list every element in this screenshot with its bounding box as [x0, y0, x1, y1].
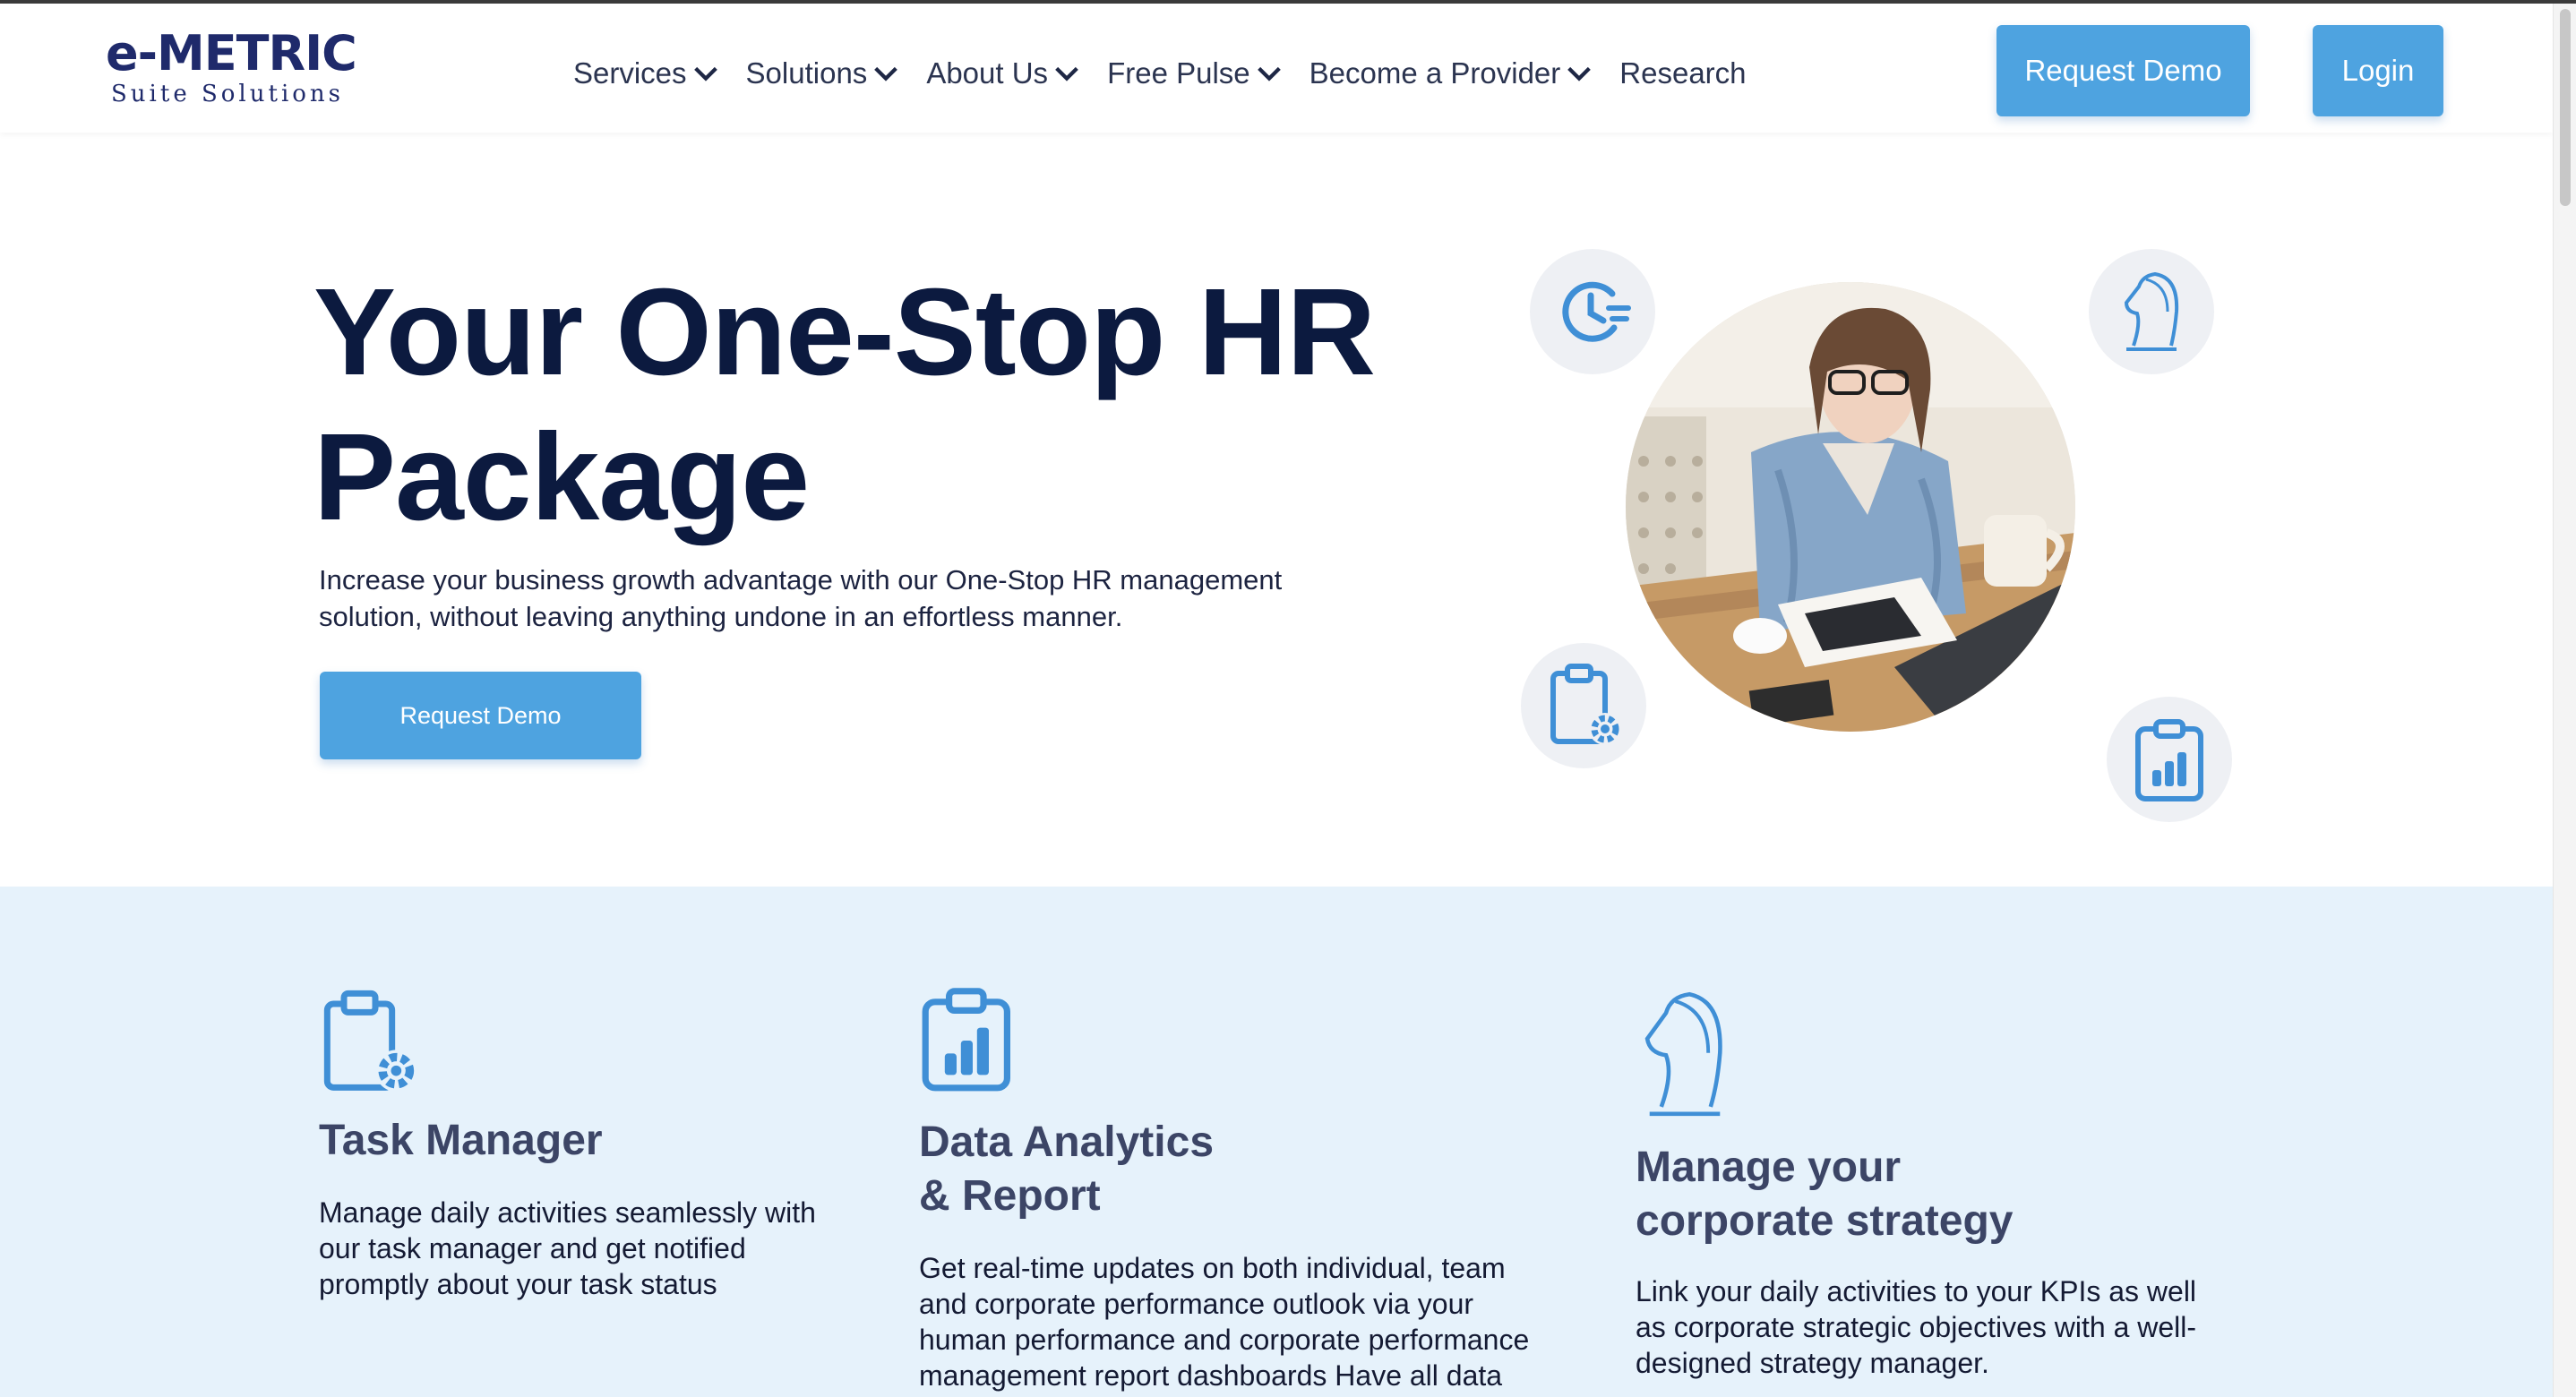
- nav-item-solutions[interactable]: Solutions: [746, 56, 902, 90]
- feature-desc-line: our task manager and get notified: [319, 1232, 746, 1264]
- nav-item-free-pulse[interactable]: Free Pulse: [1107, 56, 1284, 90]
- chevron-down-icon: [874, 66, 898, 81]
- feature-title: Data Analytics & Report: [919, 1116, 1456, 1223]
- feature-title: Manage your corporate strategy: [1636, 1141, 2173, 1248]
- login-button[interactable]: Login: [2313, 25, 2443, 116]
- hero-subtitle-line: Increase your business growth advantage …: [319, 564, 1283, 596]
- feature-desc-line: Manage daily activities seamlessly with: [319, 1196, 816, 1229]
- feature-desc-line: promptly about your task status: [319, 1268, 717, 1300]
- clipboard-gear-icon: [323, 990, 417, 1092]
- features-section: Task Manager Manage daily activities sea…: [0, 887, 2553, 1397]
- chevron-down-icon: [1257, 66, 1281, 81]
- nav-label: Solutions: [745, 56, 868, 90]
- feature-description: Manage daily activities seamlessly with …: [319, 1195, 892, 1302]
- chevron-down-icon: [693, 66, 717, 81]
- hero-subtitle-line: solution, without leaving anything undon…: [319, 601, 1123, 632]
- nav-label: Become a Provider: [1309, 56, 1561, 90]
- feature-desc-line: human performance and corporate performa…: [919, 1324, 1530, 1356]
- header-request-demo-button[interactable]: Request Demo: [1996, 25, 2250, 116]
- nav-item-about-us[interactable]: About Us: [926, 56, 1082, 90]
- nav-item-services[interactable]: Services: [573, 56, 721, 90]
- nav-item-research[interactable]: Research: [1619, 56, 1746, 90]
- clock-icon: [1562, 281, 1631, 342]
- logo-tagline: Suite Solutions: [111, 81, 345, 107]
- chevron-down-icon: [1055, 66, 1078, 81]
- chess-knight-icon: [2124, 271, 2179, 351]
- site-header: e-METRIC Suite Solutions Services Soluti…: [0, 4, 2553, 133]
- nav-label: Free Pulse: [1107, 56, 1250, 90]
- brand-logo[interactable]: e-METRIC Suite Solutions: [106, 25, 357, 115]
- bubble-chess-knight: [2089, 249, 2214, 374]
- feature-title-line: Manage your: [1636, 1144, 1902, 1191]
- hero-title-line: Package: [313, 408, 810, 546]
- feature-desc-line: designed strategy manager.: [1636, 1347, 1989, 1379]
- hero-title-line: Your One-Stop HR: [313, 263, 1376, 401]
- feature-title-line: Data Analytics: [919, 1118, 1215, 1166]
- bubble-clock: [1530, 249, 1655, 374]
- nav-label: Services: [573, 56, 687, 90]
- feature-data-analytics: Data Analytics & Report Get real-time up…: [919, 987, 1618, 1397]
- clipboard-chart-icon: [922, 988, 1010, 1092]
- feature-corporate-strategy: Manage your corporate strategy Link your…: [1636, 983, 2263, 1397]
- feature-title: Task Manager: [319, 1114, 856, 1168]
- feature-title-line: Task Manager: [319, 1117, 603, 1164]
- hero-request-demo-button[interactable]: Request Demo: [320, 672, 641, 759]
- feature-desc-line: and corporate performance outlook via yo…: [919, 1288, 1474, 1320]
- bubble-clipboard-gear: [1521, 643, 1646, 768]
- bubble-clipboard-chart: [2107, 697, 2232, 822]
- chevron-down-icon: [1567, 66, 1592, 81]
- scrollbar-thumb[interactable]: [2560, 9, 2571, 206]
- feature-desc-line: Get real-time updates on both individual…: [919, 1252, 1506, 1284]
- hero-photo-woman-writing: [1626, 282, 2075, 732]
- hero-subtitle: Increase your business growth advantage …: [319, 561, 1394, 635]
- feature-title-line: & Report: [919, 1172, 1101, 1220]
- nav-label: Research: [1619, 56, 1747, 90]
- feature-desc-line: Link your daily activities to your KPIs …: [1636, 1275, 2197, 1307]
- nav-label: About Us: [926, 56, 1049, 90]
- clipboard-gear-icon: [1550, 664, 1621, 745]
- feature-description: Get real-time updates on both individual…: [919, 1250, 1618, 1393]
- clipboard-chart-icon: [2135, 719, 2203, 801]
- main-nav: Services Solutions About Us Free Pulse B…: [573, 48, 1772, 99]
- feature-description: Link your daily activities to your KPIs …: [1636, 1273, 2263, 1381]
- hero-title: Your One-Stop HR Package: [313, 260, 1478, 550]
- feature-task-manager: Task Manager Manage daily activities sea…: [319, 987, 856, 1397]
- feature-desc-line: as corporate strategic objectives with a…: [1636, 1311, 2197, 1343]
- feature-desc-line: management report dashboards Have all da…: [919, 1359, 1503, 1392]
- feature-title-line: corporate strategy: [1636, 1197, 2014, 1245]
- nav-item-become-a-provider[interactable]: Become a Provider: [1309, 56, 1595, 90]
- logo-wordmark: e-METRIC: [106, 25, 357, 81]
- page-scrollbar[interactable]: [2553, 4, 2576, 1397]
- chess-knight-icon: [1644, 991, 1722, 1117]
